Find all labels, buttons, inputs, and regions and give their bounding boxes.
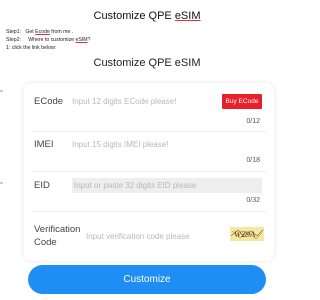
instructions: Step1: Get Ecode from me . Step2: Where … xyxy=(6,28,91,52)
page: Customize QPE eSIM Step1: Get Ecode from… xyxy=(0,0,294,300)
divider xyxy=(32,171,266,172)
divider xyxy=(32,211,266,212)
eid-input[interactable]: Input or paste 32 digits EID please xyxy=(72,178,262,193)
customize-button[interactable]: Customize xyxy=(28,265,266,294)
document-title-esim: eSIM xyxy=(174,10,201,22)
divider xyxy=(32,131,266,132)
margin-mark xyxy=(0,90,3,92)
verification-code-input[interactable]: Input verification code please xyxy=(86,229,224,244)
captcha-text: WZ9A xyxy=(234,229,256,239)
step1-text-a: Get xyxy=(25,29,36,35)
step2-esim-word: eSIM xyxy=(75,37,88,43)
verification-label-line2: Code xyxy=(34,237,57,248)
esim-form-card: ECode Input 12 digits ECode please! Buy … xyxy=(24,83,274,261)
margin-mark xyxy=(0,182,3,184)
step1: Step1: Get Ecode from me . xyxy=(6,28,91,36)
document-title: Customize QPE eSIM xyxy=(0,10,294,22)
eid-label: EID xyxy=(34,180,50,191)
ecode-label: ECode xyxy=(34,96,64,107)
captcha-image[interactable]: WZ9A xyxy=(230,227,264,241)
buy-ecode-button[interactable]: Buy ECode xyxy=(222,94,262,109)
step1-text-b: from me . xyxy=(49,29,74,35)
captcha-noise: WZ9A xyxy=(230,229,264,240)
step1-ecode-word: Ecode xyxy=(35,29,50,35)
verification-label-line1: Verification xyxy=(34,224,81,235)
step2-text-b: ? xyxy=(87,37,91,43)
imei-counter: 0/18 xyxy=(246,157,260,164)
step3: 1: click the link below: xyxy=(6,45,57,51)
ecode-counter: 0/12 xyxy=(246,118,260,125)
step2-text-a: Where to customize xyxy=(28,37,76,43)
step2-prefix: Step2: xyxy=(6,37,21,43)
imei-label: IMEI xyxy=(34,139,54,150)
document-title-prefix: Customize QPE xyxy=(93,10,175,22)
ecode-input[interactable]: Input 12 digits ECode please! xyxy=(72,94,212,109)
eid-counter: 0/32 xyxy=(246,197,260,204)
imei-input[interactable]: Input 15 digits IMEI please! xyxy=(72,137,262,152)
step2: Step2: Where to customize eSIM? xyxy=(6,36,91,44)
verification-label: Verification Code xyxy=(34,223,80,249)
step1-prefix: Step1: xyxy=(6,29,21,35)
form-title: Customize QPE eSIM xyxy=(93,57,201,69)
